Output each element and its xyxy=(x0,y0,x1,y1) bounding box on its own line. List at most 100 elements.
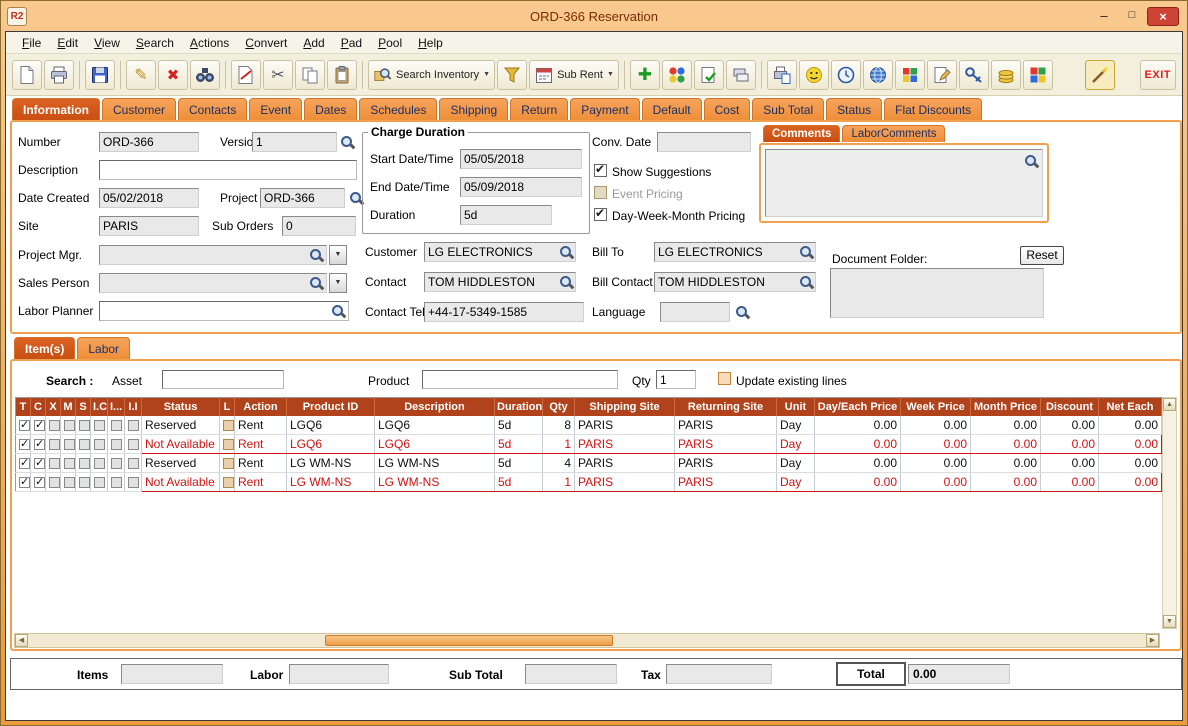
cell-net-each[interactable]: 0.00 xyxy=(1099,454,1162,473)
project-mgr-dropdown[interactable]: ▼ xyxy=(329,245,347,265)
x-checkbox[interactable] xyxy=(49,420,60,431)
cell-status[interactable]: Reserved xyxy=(142,416,220,435)
cell-s[interactable] xyxy=(76,473,91,492)
tab-flat-discounts[interactable]: Flat Discounts xyxy=(884,98,982,120)
sub-orders-field[interactable] xyxy=(282,216,356,236)
idot-checkbox[interactable] xyxy=(111,458,122,469)
ii-checkbox[interactable] xyxy=(128,477,139,488)
cell-qty[interactable]: 8 xyxy=(543,416,575,435)
sales-person-dropdown[interactable]: ▼ xyxy=(329,273,347,293)
menu-item-edit[interactable]: Edit xyxy=(49,34,86,52)
sub-rent-dropdown-arrow[interactable]: ▼ xyxy=(606,71,614,78)
idot-checkbox[interactable] xyxy=(111,439,122,450)
horizontal-scroll-thumb[interactable] xyxy=(325,635,613,646)
comments-search-icon[interactable] xyxy=(1023,153,1039,169)
cell-shipping-site[interactable]: PARIS xyxy=(575,454,675,473)
cell-discount[interactable]: 0.00 xyxy=(1041,454,1099,473)
cell-s[interactable] xyxy=(76,435,91,454)
maximize-button[interactable]: □ xyxy=(1119,7,1145,26)
asset-field[interactable] xyxy=(162,370,284,389)
column-header-day-each-price[interactable]: Day/Each Price xyxy=(815,398,901,416)
tab-contacts[interactable]: Contacts xyxy=(178,98,247,120)
menu-item-add[interactable]: Add xyxy=(295,34,332,52)
cell-duration[interactable]: 5d xyxy=(495,435,543,454)
edit-document-button[interactable] xyxy=(927,60,957,90)
copy-button[interactable] xyxy=(295,60,325,90)
menu-item-actions[interactable]: Actions xyxy=(182,34,237,52)
cell-status[interactable]: Reserved xyxy=(142,454,220,473)
contact-field[interactable] xyxy=(424,272,576,292)
cell-unit[interactable]: Day xyxy=(777,435,815,454)
permissions-button[interactable] xyxy=(959,60,989,90)
c-checkbox[interactable] xyxy=(34,458,45,469)
cell-t[interactable] xyxy=(16,416,31,435)
inventory-cube-button[interactable] xyxy=(895,60,925,90)
column-header-c[interactable]: C xyxy=(31,398,46,416)
l-checkbox[interactable] xyxy=(223,458,234,469)
cell-idot[interactable] xyxy=(108,416,125,435)
column-header-discount[interactable]: Discount xyxy=(1041,398,1099,416)
cell-net-each[interactable]: 0.00 xyxy=(1099,473,1162,492)
s-checkbox[interactable] xyxy=(79,477,90,488)
cell-shipping-site[interactable]: PARIS xyxy=(575,416,675,435)
cell-l[interactable] xyxy=(220,435,235,454)
language-search-icon[interactable] xyxy=(734,304,750,320)
print-report-button[interactable] xyxy=(767,60,797,90)
column-header-m[interactable]: M xyxy=(61,398,76,416)
tab-sub-total[interactable]: Sub Total xyxy=(752,98,824,120)
menu-item-search[interactable]: Search xyxy=(128,34,182,52)
cell-s[interactable] xyxy=(76,416,91,435)
event-pricing-checkbox[interactable] xyxy=(594,186,607,199)
cell-discount[interactable]: 0.00 xyxy=(1041,435,1099,454)
wand-button[interactable] xyxy=(1085,60,1115,90)
customer-search-icon[interactable] xyxy=(558,244,574,260)
bill-contact-search-icon[interactable] xyxy=(798,274,814,290)
reset-button[interactable]: Reset xyxy=(1020,246,1064,265)
tab-status[interactable]: Status xyxy=(826,98,882,120)
ic-checkbox[interactable] xyxy=(94,458,105,469)
ic-checkbox[interactable] xyxy=(94,439,105,450)
cell-ii[interactable] xyxy=(125,435,142,454)
x-checkbox[interactable] xyxy=(49,439,60,450)
history-button[interactable] xyxy=(831,60,861,90)
cell-description[interactable]: LG WM-NS xyxy=(375,473,495,492)
cell-ii[interactable] xyxy=(125,416,142,435)
cell-duration[interactable]: 5d xyxy=(495,473,543,492)
feedback-button[interactable] xyxy=(799,60,829,90)
groups-button[interactable] xyxy=(662,60,692,90)
cell-m[interactable] xyxy=(61,416,76,435)
c-checkbox[interactable] xyxy=(34,477,45,488)
ii-checkbox[interactable] xyxy=(128,420,139,431)
cell-c[interactable] xyxy=(31,435,46,454)
cell-week-price[interactable]: 0.00 xyxy=(901,416,971,435)
tab-return[interactable]: Return xyxy=(510,98,568,120)
bill-to-search-icon[interactable] xyxy=(798,244,814,260)
tab-cost[interactable]: Cost xyxy=(704,98,751,120)
tab-shipping[interactable]: Shipping xyxy=(439,98,508,120)
paste-button[interactable] xyxy=(327,60,357,90)
project-field[interactable] xyxy=(260,188,345,208)
cell-day-each-price[interactable]: 0.00 xyxy=(815,435,901,454)
cell-s[interactable] xyxy=(76,454,91,473)
exit-button[interactable]: EXIT xyxy=(1140,60,1176,90)
web-button[interactable] xyxy=(863,60,893,90)
cell-month-price[interactable]: 0.00 xyxy=(971,473,1041,492)
cell-c[interactable] xyxy=(31,454,46,473)
cell-c[interactable] xyxy=(31,416,46,435)
cell-x[interactable] xyxy=(46,473,61,492)
column-header-description[interactable]: Description xyxy=(375,398,495,416)
bill-contact-field[interactable] xyxy=(654,272,816,292)
menu-item-pool[interactable]: Pool xyxy=(370,34,410,52)
cell-product-id[interactable]: LGQ6 xyxy=(287,416,375,435)
vertical-scrollbar[interactable]: ▲ ▼ xyxy=(1162,397,1177,629)
column-header-s[interactable]: S xyxy=(76,398,91,416)
conv-date-field[interactable] xyxy=(657,132,751,152)
cell-day-each-price[interactable]: 0.00 xyxy=(815,473,901,492)
cards-button[interactable] xyxy=(726,60,756,90)
product-field[interactable] xyxy=(422,370,618,389)
cell-t[interactable] xyxy=(16,435,31,454)
cell-ii[interactable] xyxy=(125,454,142,473)
idot-checkbox[interactable] xyxy=(111,420,122,431)
cell-month-price[interactable]: 0.00 xyxy=(971,435,1041,454)
cell-l[interactable] xyxy=(220,416,235,435)
